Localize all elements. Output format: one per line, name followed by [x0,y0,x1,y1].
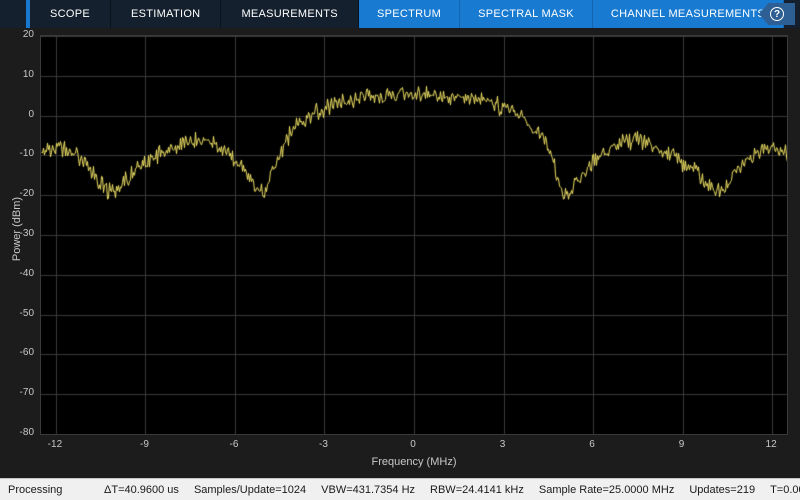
tab-channel-measurements[interactable]: CHANNEL MEASUREMENTS [593,0,784,28]
toolstrip-tabbar: SCOPE ESTIMATION MEASUREMENTS SPECTRUM S… [0,0,800,28]
axes[interactable] [40,35,788,435]
y-tick-label: -20 [0,188,34,200]
tab-spectrum[interactable]: SPECTRUM [359,0,460,28]
y-tick-label: -80 [0,427,34,439]
status-time: T=0.00 [770,484,800,496]
tab-spectral-mask[interactable]: SPECTRAL MASK [460,0,593,28]
y-tick-label: 20 [0,29,34,41]
tab-measurements[interactable]: MEASUREMENTS [221,0,359,28]
status-state: Processing [8,484,104,496]
measurement-tab-group: SPECTRUM SPECTRAL MASK CHANNEL MEASUREME… [359,0,784,28]
status-delta-t: ΔT=40.9600 us [104,484,179,496]
y-tick-label: -10 [0,148,34,160]
status-samples-per-update: Samples/Update=1024 [194,484,306,496]
spectrum-canvas[interactable] [41,36,787,434]
x-tick-label: -9 [129,439,159,450]
status-sample-rate: Sample Rate=25.0000 MHz [539,484,674,496]
x-tick-label: -6 [219,439,249,450]
help-icon: ? [770,7,784,21]
x-tick-label: 12 [756,439,786,450]
x-tick-label: -3 [308,439,338,450]
x-tick-label: 6 [577,439,607,450]
tab-scope[interactable]: SCOPE [30,0,111,28]
plot-area: Power (dBm) Frequency (MHz) 20100-10-20-… [0,28,800,478]
y-tick-label: 10 [0,69,34,81]
status-stats: ΔT=40.9600 us Samples/Update=1024 VBW=43… [104,484,800,496]
x-tick-label: 3 [488,439,518,450]
status-updates: Updates=219 [689,484,755,496]
x-axis-label: Frequency (MHz) [40,456,788,468]
tab-estimation[interactable]: ESTIMATION [111,0,221,28]
y-tick-label: 0 [0,109,34,121]
spectrum-analyzer-window: SCOPE ESTIMATION MEASUREMENTS SPECTRUM S… [0,0,800,500]
y-tick-label: -50 [0,308,34,320]
status-rbw: RBW=24.4141 kHz [430,484,524,496]
y-tick-label: -30 [0,228,34,240]
y-tick-label: -60 [0,347,34,359]
y-tick-label: -40 [0,268,34,280]
x-tick-label: 9 [667,439,697,450]
status-vbw: VBW=431.7354 Hz [321,484,415,496]
y-tick-label: -70 [0,387,34,399]
status-bar: Processing ΔT=40.9600 us Samples/Update=… [0,478,800,500]
x-tick-label: 0 [398,439,428,450]
x-tick-label: -12 [40,439,70,450]
